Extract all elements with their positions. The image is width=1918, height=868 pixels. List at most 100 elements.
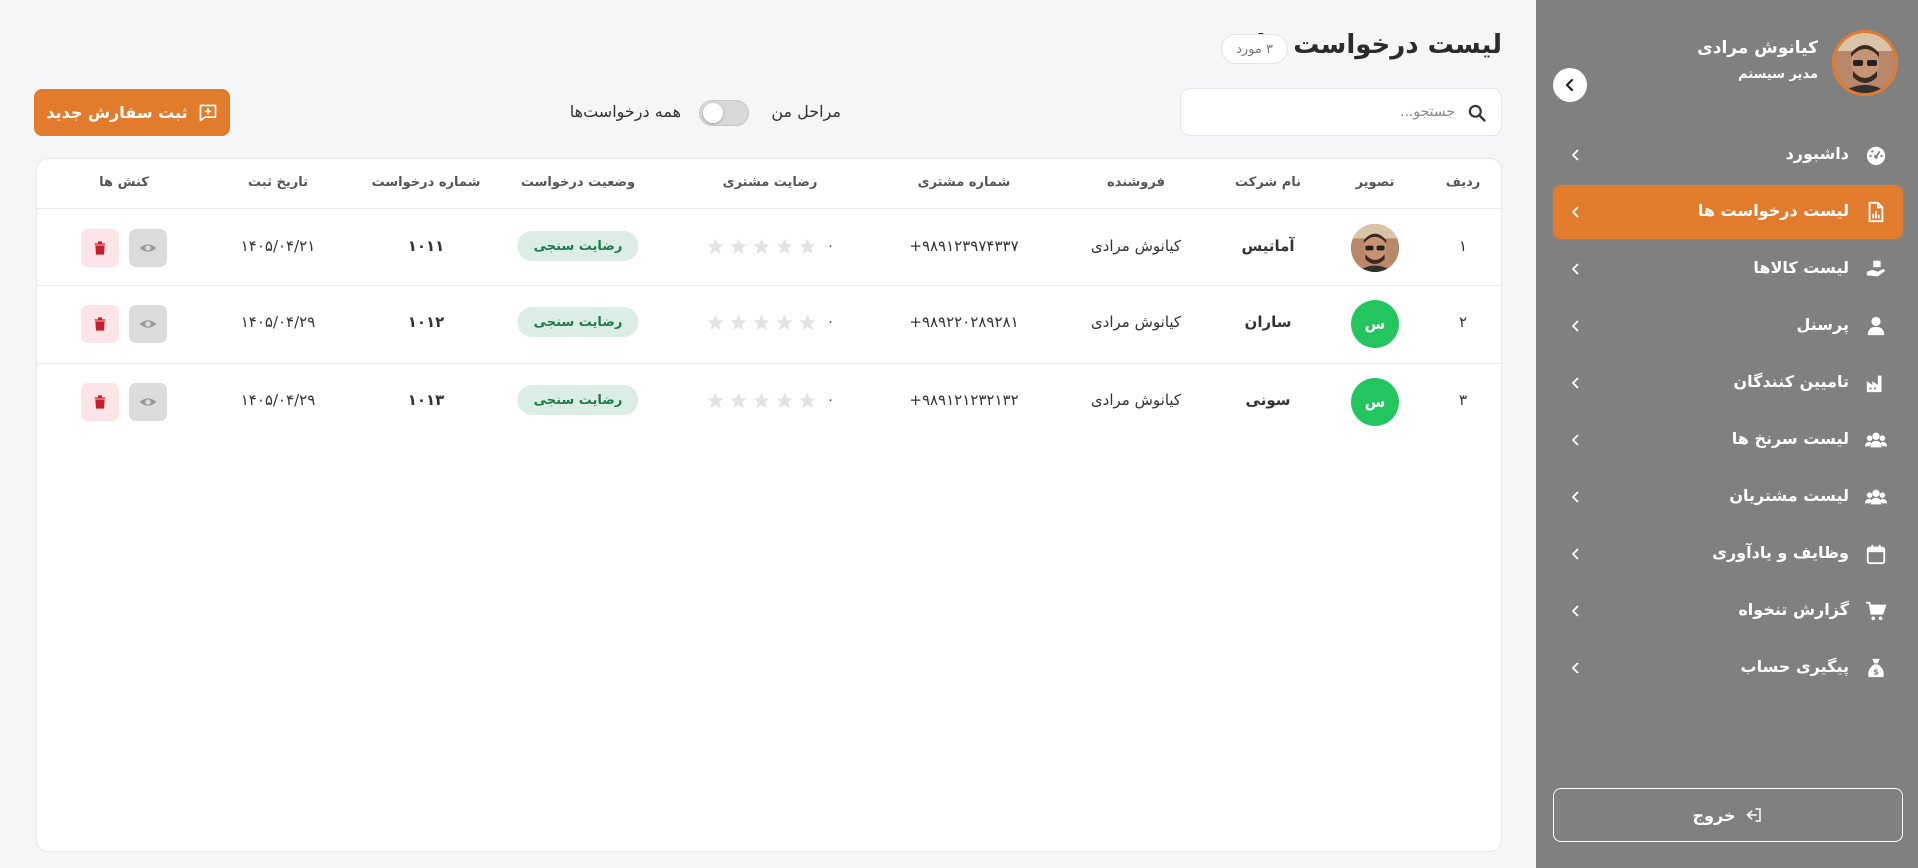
cell-phone: +۹۸۹۲۲۰۲۸۹۲۸۱ — [909, 313, 1019, 331]
view-button[interactable] — [129, 383, 167, 421]
sidebar-item-petty-cash[interactable]: گزارش تنخواه — [1553, 584, 1903, 638]
calendar-icon — [1866, 544, 1886, 565]
sidebar-item-products[interactable]: لیست کالاها — [1553, 242, 1903, 296]
view-button[interactable] — [129, 305, 167, 343]
cell-company: ساران — [1244, 313, 1292, 331]
star-icon — [799, 392, 816, 409]
status-badge: رضایت سنجی — [517, 307, 639, 337]
user-avatar[interactable] — [1832, 30, 1898, 96]
star-icon — [707, 314, 724, 331]
col-header-request-number[interactable]: شماره درخواست — [372, 175, 481, 190]
trash-icon — [94, 241, 106, 255]
sidebar-item-dashboard[interactable]: داشبورد — [1553, 128, 1903, 182]
sidebar-item-suppliers[interactable]: تامیین کنندگان — [1553, 356, 1903, 410]
cell-date: ۱۴۰۵/۰۴/۲۹ — [240, 391, 316, 409]
requests-table: ردیف تصویر نام شرکت فروشنده شماره مشتری … — [36, 158, 1502, 852]
eye-icon — [139, 320, 157, 328]
logout-label: خروج — [1692, 805, 1736, 825]
star-icon — [730, 392, 747, 409]
search-icon — [1468, 104, 1486, 122]
user-icon — [1867, 316, 1885, 336]
star-icon — [707, 392, 724, 409]
satisfaction-rating: ۰ — [706, 313, 834, 332]
sidebar-item-label: لیست مشتریان — [1729, 486, 1849, 505]
cell-company: سونی — [1245, 391, 1291, 409]
chevron-left-icon — [1571, 263, 1579, 275]
satisfaction-rating: ۰ — [706, 237, 834, 256]
sidebar-nav: داشبورد لیست درخواست ها لیست کالاها پرسن… — [1553, 128, 1903, 698]
logout-button[interactable]: خروج — [1553, 788, 1903, 842]
search-box — [1180, 88, 1502, 136]
sidebar: کیانوش مرادی مدیر سیستم داشبورد لیست درخ… — [1536, 0, 1918, 868]
status-badge: رضایت سنجی — [517, 385, 639, 415]
satisfaction-rating: ۰ — [706, 391, 834, 410]
star-icon — [776, 238, 793, 255]
request-filter-toggle-group: مراحل من همه درخواست‌ها — [531, 98, 841, 126]
col-header-seller[interactable]: فروشنده — [1107, 175, 1165, 190]
chevron-left-icon — [1565, 78, 1574, 92]
search-input[interactable] — [1195, 97, 1455, 127]
eye-icon — [139, 398, 157, 406]
sidebar-item-leads[interactable]: لیست سرنخ ها — [1553, 413, 1903, 467]
new-order-button[interactable]: ثبت سفارش جدید — [34, 89, 230, 136]
profile-name: کیانوش مرادی — [1697, 38, 1818, 58]
chevron-left-icon — [1571, 491, 1579, 503]
users-icon — [1865, 432, 1887, 448]
sidebar-item-label: لیست کالاها — [1753, 258, 1849, 277]
delete-button[interactable] — [81, 383, 119, 421]
view-button[interactable] — [129, 229, 167, 267]
col-header-actions: کنش ها — [99, 175, 149, 190]
users-icon — [1865, 489, 1887, 505]
sidebar-item-tasks[interactable]: وظایف و یادآوری — [1553, 527, 1903, 581]
sidebar-item-label: لیست درخواست ها — [1697, 201, 1849, 220]
gauge-icon — [1866, 146, 1886, 166]
all-requests-label: همه درخواست‌ها — [569, 102, 681, 121]
col-header-status[interactable]: وضعیت درخواست — [521, 175, 635, 190]
sidebar-collapse-button[interactable] — [1553, 68, 1587, 102]
star-icon — [776, 392, 793, 409]
star-icon — [799, 314, 816, 331]
sidebar-item-customers[interactable]: لیست مشتریان — [1553, 470, 1903, 524]
row-actions — [81, 305, 167, 343]
cell-seller: کیانوش مرادی — [1090, 237, 1182, 255]
table-header: ردیف تصویر نام شرکت فروشنده شماره مشتری … — [37, 159, 1501, 209]
status-badge: رضایت سنجی — [517, 231, 639, 261]
cell-date: ۱۴۰۵/۰۴/۲۹ — [240, 313, 316, 331]
sidebar-item-label: وظایف و یادآوری — [1712, 543, 1849, 562]
cart-icon — [1865, 601, 1887, 621]
table-row[interactable]: ۳ س سونی کیانوش مرادی +۹۸۹۱۲۱۲۳۲۱۳۲ ۰ رض… — [37, 364, 1501, 442]
logout-icon — [1746, 808, 1762, 822]
chevron-left-icon — [1571, 377, 1579, 389]
col-header-date[interactable]: تاریخ ثبت — [248, 175, 308, 190]
col-header-company[interactable]: نام شرکت — [1235, 175, 1301, 190]
sidebar-item-requests[interactable]: لیست درخواست ها — [1553, 185, 1903, 239]
table-row[interactable]: ۲ س ساران کیانوش مرادی +۹۸۹۲۲۰۲۸۹۲۸۱ ۰ ر… — [37, 286, 1501, 364]
col-header-phone[interactable]: شماره مشتری — [918, 175, 1011, 190]
sidebar-item-label: لیست سرنخ ها — [1731, 429, 1849, 448]
col-header-image: تصویر — [1355, 175, 1395, 190]
col-header-row: ردیف — [1445, 175, 1481, 190]
cell-request-number: ۱۰۱۱ — [407, 237, 445, 255]
chevron-left-icon — [1571, 206, 1579, 218]
table-row[interactable]: ۱ آماتیس کیانوش مرادی +۹۸۹۱۲۳۹۷۴۳۳۷ ۰ رض… — [37, 210, 1501, 286]
cell-seller: کیانوش مرادی — [1090, 391, 1182, 409]
star-icon — [776, 314, 793, 331]
user-profile: کیانوش مرادی مدیر سیستم — [1556, 30, 1898, 96]
my-steps-toggle[interactable] — [699, 100, 749, 126]
col-header-satisfaction[interactable]: رضایت مشتری — [723, 175, 818, 190]
profile-role: مدیر سیستم — [1738, 67, 1818, 82]
cell-company: آماتیس — [1241, 237, 1295, 255]
sidebar-item-accounts[interactable]: $ پیگیری حساب — [1553, 641, 1903, 695]
chevron-left-icon — [1571, 605, 1579, 617]
rating-value: ۰ — [827, 239, 834, 254]
delete-button[interactable] — [81, 229, 119, 267]
cell-phone: +۹۸۹۱۲۱۲۳۲۱۳۲ — [909, 391, 1019, 409]
my-steps-label: مراحل من — [771, 102, 841, 121]
cell-row-number: ۱ — [1458, 237, 1468, 255]
company-avatar: س — [1351, 378, 1399, 426]
sidebar-item-label: پرسنل — [1796, 315, 1849, 334]
sidebar-item-personnel[interactable]: پرسنل — [1553, 299, 1903, 353]
cell-seller: کیانوش مرادی — [1090, 313, 1182, 331]
sidebar-item-label: پیگیری حساب — [1740, 657, 1849, 676]
delete-button[interactable] — [81, 305, 119, 343]
